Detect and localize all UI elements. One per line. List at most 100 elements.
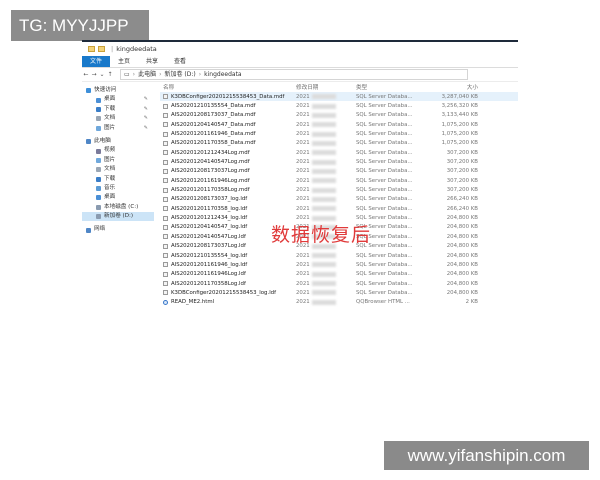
redacted-date	[311, 299, 336, 305]
file-row[interactable]: AIS20201210135554_log.ldf 2021 SQL Server …	[160, 251, 518, 260]
tab-share[interactable]: 共享	[138, 56, 166, 67]
file-size: 204,800 KB	[446, 261, 478, 268]
file-size: 1,075,200 KB	[441, 131, 478, 138]
forward-arrow-icon[interactable]: →	[90, 71, 98, 78]
database-file-icon	[163, 224, 168, 230]
sidebar-network[interactable]: 网络	[82, 225, 154, 234]
up-arrow-icon[interactable]: ↑	[106, 71, 114, 78]
database-file-icon	[163, 271, 168, 277]
file-size: 2 KB	[465, 299, 478, 306]
file-type: SQL Server Databa...	[356, 121, 413, 128]
file-name-cell: AIS20201208173037_Data.mdf	[160, 112, 296, 118]
file-date: 2021	[296, 112, 310, 119]
file-date: 2021	[296, 289, 310, 296]
file-name-cell: AIS20201201212434Log.mdf	[160, 150, 296, 156]
sidebar-item-pc-documents[interactable]: 文档	[82, 165, 154, 174]
sidebar-quick-access[interactable]: 快速访问	[82, 86, 154, 95]
sidebar-item-pc-desktop[interactable]: 桌面	[82, 193, 154, 202]
file-row[interactable]: AIS20201201170358Log.mdf 2021 SQL Server D…	[160, 185, 518, 194]
file-name: AIS20201201161946_log.ldf	[171, 261, 248, 268]
computer-icon	[86, 139, 91, 145]
file-name-cell: AIS20201201170358_log.ldf	[160, 206, 296, 212]
file-name-cell: AIS20201201161946Log.mdf	[160, 178, 296, 184]
tab-view[interactable]: 查看	[166, 56, 194, 67]
address-path[interactable]: ▭ › 此电脑 › 新加卷 (D:) › kingdeedata	[120, 69, 468, 80]
sidebar-item-desktop[interactable]: 桌面 ✎	[82, 95, 154, 104]
file-row[interactable]: AIS20201201170358Log.ldf 2021 SQL Server D…	[160, 279, 518, 288]
file-row[interactable]: AIS20201201161946_Data.mdf 2021 SQL Server…	[160, 129, 518, 138]
file-date: 2021	[296, 103, 310, 110]
redacted-date	[311, 281, 336, 287]
file-row[interactable]: K3DBConfiger20201215538453_Data.mdf 2021 S…	[160, 92, 518, 102]
column-header-name[interactable]: 名称	[160, 83, 296, 91]
file-row[interactable]: AIS20201208173037_log.ldf 2021 SQL Server …	[160, 195, 518, 204]
breadcrumb-kingdeedata[interactable]: kingdeedata	[204, 70, 241, 79]
quick-save-icon[interactable]	[98, 46, 105, 52]
folder-icon	[88, 46, 95, 52]
file-date: 2021	[296, 149, 310, 156]
picture-icon	[96, 157, 101, 163]
file-row[interactable]: K3DBConfiger20201215538453_log.ldf 2021 SQ…	[160, 288, 518, 297]
sidebar-item-downloads[interactable]: 下载 ✎	[82, 105, 154, 114]
back-arrow-icon[interactable]: ←	[82, 71, 90, 78]
file-date-cell: 2021	[296, 253, 356, 259]
recent-chevron-icon[interactable]: ⌄	[98, 71, 106, 78]
sidebar-item-pictures[interactable]: 图片 ✎	[82, 124, 154, 133]
column-header-size[interactable]: 大小	[428, 83, 478, 91]
sidebar-item-music[interactable]: 音乐	[82, 184, 154, 193]
file-size: 3,256,320 KB	[441, 103, 478, 110]
site-watermark: www.yifanshipin.com	[384, 441, 589, 470]
title-separator: |	[111, 45, 114, 53]
database-file-icon	[163, 94, 168, 100]
file-name: AIS20201201170358_log.ldf	[171, 205, 248, 212]
file-name: AIS20201201212434Log.mdf	[171, 149, 250, 156]
file-size: 3,133,440 KB	[441, 112, 478, 119]
file-size: 266,240 KB	[446, 205, 478, 212]
tab-home[interactable]: 主页	[110, 56, 138, 67]
file-size: 3,287,040 KB	[441, 93, 478, 100]
sidebar-item-videos[interactable]: 视频	[82, 146, 154, 155]
file-row[interactable]: AIS20201201212434Log.mdf 2021 SQL Server D…	[160, 148, 518, 157]
file-row[interactable]: AIS20201208173037Log.mdf 2021 SQL Server D…	[160, 167, 518, 176]
file-name: AIS20201208173037Log.ldf	[171, 243, 246, 250]
file-type: SQL Server Databa...	[356, 252, 413, 259]
file-row[interactable]: AIS20201201161946_log.ldf 2021 SQL Server …	[160, 260, 518, 269]
file-name: AIS20201208173037Log.mdf	[171, 168, 250, 175]
file-date-cell: 2021	[296, 262, 356, 268]
database-file-icon	[163, 281, 168, 287]
breadcrumb-this-pc[interactable]: 此电脑	[138, 70, 156, 79]
database-file-icon	[163, 140, 168, 146]
sidebar-label: 图片	[104, 156, 116, 163]
sidebar-item-pc-pictures[interactable]: 图片	[82, 156, 154, 165]
breadcrumb-drive-d[interactable]: 新加卷 (D:)	[165, 70, 196, 79]
download-icon	[96, 106, 101, 112]
file-row[interactable]: AIS20201201170358_Data.mdf 2021 SQL Server…	[160, 139, 518, 148]
column-header-type[interactable]: 类型	[356, 83, 428, 91]
sidebar-label: 桌面	[104, 194, 116, 201]
redacted-date	[311, 122, 336, 128]
file-row[interactable]: AIS20201210135554_Data.mdf 2021 SQL Server…	[160, 101, 518, 110]
file-row[interactable]: AIS20201208173037_Data.mdf 2021 SQL Server…	[160, 111, 518, 120]
file-size: 204,800 KB	[446, 215, 478, 222]
file-name: AIS20201201170358_Data.mdf	[171, 140, 256, 147]
file-name-cell: K3DBConfiger20201215538453_log.ldf	[160, 290, 296, 296]
file-row[interactable]: AIS20201201161946Log.mdf 2021 SQL Server D…	[160, 176, 518, 185]
sidebar-this-pc[interactable]: 此电脑	[82, 137, 154, 146]
sidebar-item-pc-downloads[interactable]: 下载	[82, 175, 154, 184]
file-row[interactable]: AIS20201204140547Log.mdf 2021 SQL Server D…	[160, 157, 518, 166]
sidebar-label: 本地磁盘 (C:)	[104, 203, 139, 210]
file-row[interactable]: AIS20201204140547_Data.mdf 2021 SQL Server…	[160, 120, 518, 129]
file-row[interactable]: AIS20201201161946Log.ldf 2021 SQL Server D…	[160, 270, 518, 279]
database-file-icon	[163, 243, 168, 249]
file-row[interactable]: READ_ME2.html 2021 QQBrowser HTML ... 2 KB	[160, 298, 518, 307]
file-row[interactable]: AIS20201201170358_log.ldf 2021 SQL Server …	[160, 204, 518, 213]
sidebar-item-documents[interactable]: 文档 ✎	[82, 114, 154, 123]
file-date: 2021	[296, 177, 310, 184]
file-name: AIS20201204140547Log.ldf	[171, 233, 246, 240]
tab-file[interactable]: 文件	[82, 56, 111, 67]
redacted-date	[311, 103, 336, 109]
sidebar-item-drive-d[interactable]: 新加卷 (D:)	[82, 212, 154, 222]
sidebar-item-drive-c[interactable]: 本地磁盘 (C:)	[82, 203, 154, 212]
column-header-date[interactable]: 修改日期	[296, 83, 356, 91]
file-size: 266,240 KB	[446, 196, 478, 203]
